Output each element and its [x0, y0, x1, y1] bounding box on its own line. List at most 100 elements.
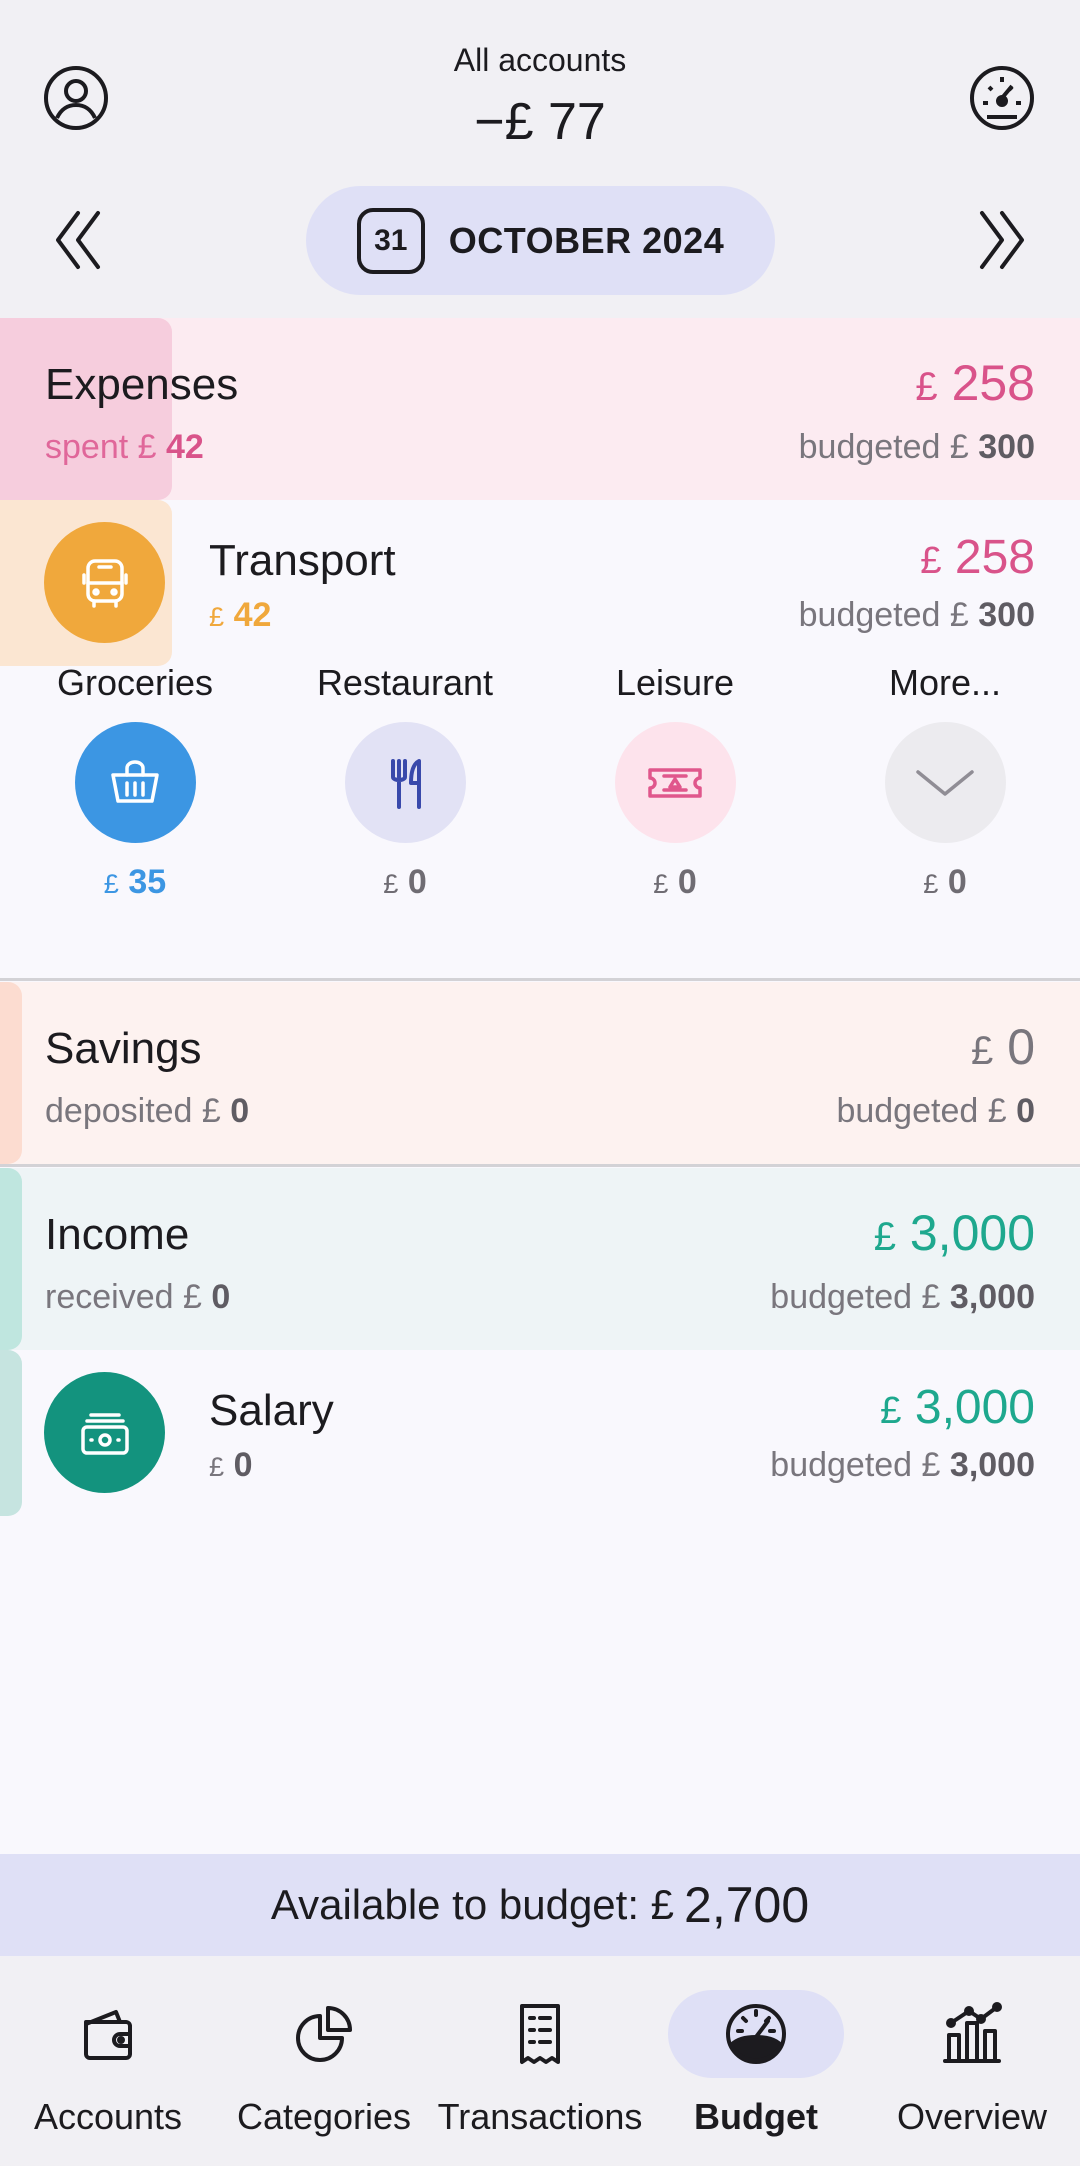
nav-categories[interactable]: Categories	[216, 1956, 432, 2166]
savings-progress-bar	[0, 982, 22, 1164]
quick-category-amount: £ 0	[540, 863, 810, 902]
month-selector[interactable]: 31 OCTOBER 2024	[306, 186, 775, 295]
savings-amount: £ 0	[971, 1018, 1035, 1076]
expenses-spent-label: spent £	[45, 428, 157, 466]
income-received-value: 0	[211, 1278, 231, 1316]
quick-category-amount-value: 35	[128, 863, 167, 901]
gauge-settings-icon[interactable]	[962, 58, 1042, 138]
accounts-title[interactable]: All accounts	[0, 42, 1080, 79]
income-budgeted-value: 3,000	[949, 1278, 1035, 1316]
expenses-section[interactable]: Expenses spent £ 42 £ 258 budgeted £ 300	[0, 318, 1080, 500]
next-month-icon[interactable]	[962, 200, 1042, 280]
available-to-budget-bar[interactable]: Available to budget: £ 2,700	[0, 1854, 1080, 1956]
quick-category-label: More...	[888, 662, 1002, 703]
salary-received: £ 0	[209, 1446, 253, 1485]
expenses-amount-value: 258	[951, 355, 1035, 411]
quick-category-groceries[interactable]: Groceries £ 35	[0, 662, 270, 902]
expenses-spent-value: 42	[165, 428, 204, 466]
salary-row[interactable]: Salary £ 0 £ 3,000 budgeted £ 3,000	[0, 1350, 1080, 1516]
salary-budgeted: budgeted £ 3,000	[770, 1446, 1035, 1485]
nav-label: Budget	[694, 2096, 818, 2137]
budgeted-label: budgeted £	[770, 1446, 941, 1484]
quick-category-leisure[interactable]: Leisure £ 0	[540, 662, 810, 902]
salary-amount-value: 3,000	[914, 1381, 1035, 1434]
currency-symbol: £	[915, 365, 938, 409]
income-received: received £ 0	[45, 1278, 230, 1317]
chevron-down-icon	[884, 722, 1006, 843]
transport-row[interactable]: Transport £ 42 £ 258 budgeted £ 300	[0, 500, 1080, 666]
nav-label: Accounts	[33, 2096, 183, 2137]
quick-category-label: Groceries	[56, 662, 214, 703]
salary-received-value: 0	[233, 1446, 253, 1484]
nav-label: Overview	[896, 2096, 1048, 2137]
currency-symbol: £	[923, 868, 939, 899]
currency-symbol: £	[920, 539, 942, 582]
savings-deposited: deposited £ 0	[45, 1092, 249, 1131]
bus-icon	[44, 522, 165, 643]
currency-symbol: £	[971, 1029, 994, 1073]
transport-budgeted: budgeted £ 300	[799, 596, 1035, 635]
quick-category-label: Leisure	[615, 662, 735, 703]
basket-icon	[74, 722, 196, 843]
expenses-amount: £ 258	[915, 354, 1035, 412]
budgeted-label: budgeted £	[770, 1278, 941, 1316]
currency-symbol: £	[209, 1451, 225, 1482]
ticket-icon	[614, 722, 736, 843]
gauge-icon	[668, 1990, 844, 2078]
income-amount-value: 3,000	[909, 1205, 1035, 1261]
cutlery-icon	[344, 722, 466, 843]
currency-symbol: £	[653, 868, 669, 899]
transport-budgeted-value: 300	[978, 596, 1035, 634]
expenses-title: Expenses	[45, 360, 239, 409]
transport-spent: £ 42	[209, 596, 271, 635]
salary-budgeted-value: 3,000	[949, 1446, 1035, 1484]
available-label: Available to budget: £	[270, 1881, 675, 1928]
pie-chart-icon	[236, 1990, 412, 2078]
budgeted-label: budgeted £	[798, 428, 969, 466]
quick-category-amount: £ 0	[810, 863, 1080, 902]
budgeted-label: budgeted £	[798, 596, 969, 634]
income-section[interactable]: Income received £ 0 £ 3,000 budgeted £ 3…	[0, 1168, 1080, 1350]
month-label: OCTOBER 2024	[448, 219, 725, 261]
nav-overview[interactable]: Overview	[864, 1956, 1080, 2166]
nav-label: Transactions	[437, 2096, 643, 2137]
expenses-spent: spent £ 42	[45, 428, 204, 467]
nav-budget[interactable]: Budget	[648, 1956, 864, 2166]
salary-amount: £ 3,000	[880, 1380, 1035, 1435]
transport-amount: £ 258	[920, 530, 1035, 585]
expenses-budgeted-value: 300	[978, 428, 1035, 466]
previous-month-icon[interactable]	[38, 200, 118, 280]
income-budgeted: budgeted £ 3,000	[770, 1278, 1035, 1317]
accounts-total: −£ 77	[474, 93, 606, 151]
cash-icon	[44, 1372, 165, 1493]
calendar-day-badge: 31	[356, 207, 425, 274]
bottom-navigation: Accounts Categories Transactions Budget …	[0, 1956, 1080, 2166]
transport-spent-value: 42	[233, 596, 272, 634]
currency-symbol: £	[383, 868, 399, 899]
quick-category-restaurant[interactable]: Restaurant £ 0	[270, 662, 540, 902]
quick-category-label: Restaurant	[316, 662, 494, 703]
header: All accounts −£ 77 31 OCTOBER 2024	[0, 0, 1080, 318]
nav-transactions[interactable]: Transactions	[432, 1956, 648, 2166]
quick-category-amount-value: 0	[677, 863, 697, 901]
income-amount: £ 3,000	[874, 1204, 1035, 1262]
bar-chart-icon	[884, 1990, 1060, 2078]
salary-progress-bar	[0, 1350, 22, 1516]
wallet-icon	[20, 1990, 196, 2078]
budgeted-label: budgeted £	[836, 1092, 1007, 1130]
divider	[0, 1164, 1080, 1167]
quick-category-amount-value: 0	[947, 863, 967, 901]
quick-category-more[interactable]: More... £ 0	[810, 662, 1080, 902]
savings-section[interactable]: Savings deposited £ 0 £ 0 budgeted £ 0	[0, 982, 1080, 1164]
savings-title: Savings	[45, 1024, 202, 1073]
received-label: received £	[45, 1278, 202, 1316]
quick-category-amount-value: 0	[407, 863, 427, 901]
deposited-label: deposited £	[45, 1092, 221, 1130]
currency-symbol: £	[880, 1389, 902, 1432]
income-progress-bar	[0, 1168, 22, 1350]
savings-deposited-value: 0	[230, 1092, 250, 1130]
income-title: Income	[45, 1210, 190, 1259]
transport-title: Transport	[209, 536, 396, 585]
nav-accounts[interactable]: Accounts	[0, 1956, 216, 2166]
transport-amount-value: 258	[954, 531, 1035, 584]
